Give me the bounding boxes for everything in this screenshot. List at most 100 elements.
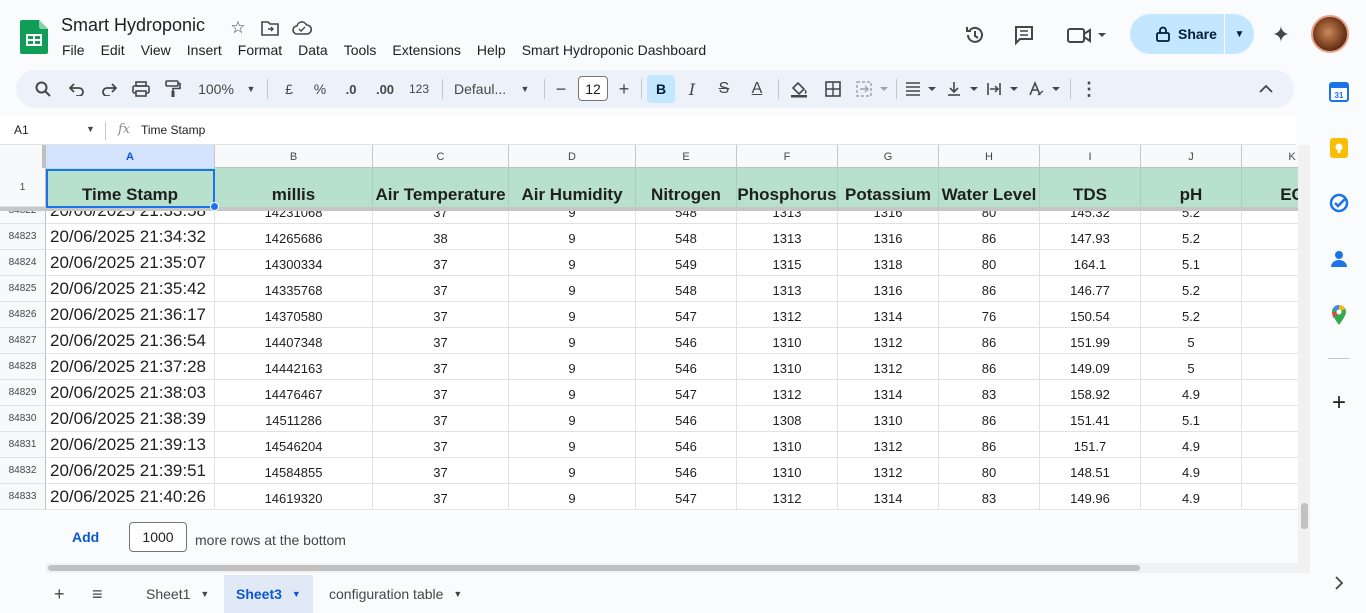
more-formats-button[interactable]: 123 xyxy=(406,77,432,101)
comments-icon[interactable] xyxy=(1011,22,1037,48)
zoom-select[interactable]: 100% xyxy=(194,77,238,101)
sheet-tab-sheet1[interactable]: Sheet1 ▼ xyxy=(134,575,221,613)
column-header-f[interactable]: F xyxy=(737,145,838,168)
vertical-scrollbar[interactable] xyxy=(1298,145,1310,573)
cell-potassium[interactable]: 1310 xyxy=(838,406,939,432)
column-header-a[interactable]: A xyxy=(46,145,215,168)
cell-air-temperature[interactable]: 37 xyxy=(373,302,509,328)
bold-button[interactable]: B xyxy=(647,75,675,103)
cell-nitrogen[interactable]: 546 xyxy=(636,354,737,380)
cell-nitrogen[interactable]: 547 xyxy=(636,484,737,510)
cell-phosphorus[interactable]: 1312 xyxy=(737,484,838,510)
cell-time-stamp[interactable]: 20/06/2025 21:35:42 xyxy=(46,276,215,302)
cell-nitrogen[interactable]: 548 xyxy=(636,276,737,302)
formula-input[interactable]: Time Stamp xyxy=(141,123,205,137)
cell-phosphorus[interactable]: 1315 xyxy=(737,250,838,276)
column-header-c[interactable]: C xyxy=(373,145,509,168)
cell-ph[interactable]: 5.1 xyxy=(1141,250,1242,276)
add-sheet-icon[interactable]: + xyxy=(54,584,65,605)
sheet-tab-dropdown-icon[interactable]: ▼ xyxy=(453,589,462,599)
column-header-h[interactable]: H xyxy=(939,145,1040,168)
share-dropdown-icon[interactable]: ▼ xyxy=(1225,29,1254,40)
row-header[interactable]: 84831 xyxy=(0,432,46,458)
cell-phosphorus[interactable]: 1310 xyxy=(737,354,838,380)
selection-fill-handle[interactable] xyxy=(210,202,219,211)
menu-file[interactable]: File xyxy=(54,41,93,59)
star-icon[interactable]: ☆ xyxy=(226,16,250,40)
cell-water-level[interactable]: 86 xyxy=(939,328,1040,354)
header-cell-time-stamp[interactable]: Time Stamp xyxy=(46,168,215,207)
cell-potassium[interactable]: 1316 xyxy=(838,276,939,302)
row-header[interactable]: 84828 xyxy=(0,354,46,380)
cell-ph[interactable]: 5.2 xyxy=(1141,276,1242,302)
version-history-icon[interactable] xyxy=(962,22,988,48)
cell-nitrogen[interactable]: 546 xyxy=(636,458,737,484)
header-cell-water-level[interactable]: Water Level xyxy=(939,168,1040,207)
cell-water-level[interactable]: 83 xyxy=(939,380,1040,406)
cell-tds[interactable]: 164.1 xyxy=(1040,250,1141,276)
column-header-k[interactable]: K xyxy=(1242,145,1298,168)
cell-millis[interactable]: 14407348 xyxy=(215,328,373,354)
cell-nitrogen[interactable]: 546 xyxy=(636,328,737,354)
cell-air-temperature[interactable]: 37 xyxy=(373,250,509,276)
italic-button[interactable]: I xyxy=(682,77,702,101)
all-sheets-icon[interactable]: ≡ xyxy=(92,584,103,605)
cell-tds[interactable]: 147.93 xyxy=(1040,224,1141,250)
cell-phosphorus[interactable]: 1308 xyxy=(737,406,838,432)
cell-ph[interactable]: 5 xyxy=(1141,328,1242,354)
avatar[interactable] xyxy=(1311,15,1349,53)
cell-ph[interactable]: 5.2 xyxy=(1141,224,1242,250)
increase-font-size-icon[interactable]: + xyxy=(616,77,632,101)
menu-insert[interactable]: Insert xyxy=(179,41,230,59)
cell-air-temperature[interactable]: 37 xyxy=(373,328,509,354)
search-menus-icon[interactable] xyxy=(32,77,54,101)
cell-millis[interactable]: 14619320 xyxy=(215,484,373,510)
text-wrapping-icon[interactable] xyxy=(986,77,1020,101)
cell-tds[interactable]: 151.99 xyxy=(1040,328,1141,354)
cell-nitrogen[interactable]: 547 xyxy=(636,302,737,328)
cell-potassium[interactable]: 1312 xyxy=(838,458,939,484)
cell-ph[interactable]: 5.2 xyxy=(1141,302,1242,328)
header-cell-tds[interactable]: TDS xyxy=(1040,168,1141,207)
menu-view[interactable]: View xyxy=(133,41,179,59)
cell-time-stamp[interactable]: 20/06/2025 21:34:32 xyxy=(46,224,215,250)
cell-ec[interactable]: 2.8 xyxy=(1242,224,1298,250)
header-cell-air-temperature[interactable]: Air Temperature xyxy=(373,168,509,207)
menu-format[interactable]: Format xyxy=(230,41,290,59)
more-options-icon[interactable]: ⋮ xyxy=(1080,77,1098,101)
cell-potassium[interactable]: 1316 xyxy=(838,224,939,250)
cell-water-level[interactable]: 86 xyxy=(939,432,1040,458)
cell-nitrogen[interactable]: 547 xyxy=(636,380,737,406)
cell-ec[interactable]: 2.8 xyxy=(1242,432,1298,458)
cell-nitrogen[interactable]: 546 xyxy=(636,432,737,458)
menu-dashboard[interactable]: Smart Hydroponic Dashboard xyxy=(514,41,714,59)
share-button[interactable]: Share ▼ xyxy=(1130,14,1254,54)
cell-potassium[interactable]: 1314 xyxy=(838,302,939,328)
borders-icon[interactable] xyxy=(822,77,844,101)
vertical-scroll-thumb[interactable] xyxy=(1301,503,1308,529)
cell-ph[interactable]: 4.9 xyxy=(1141,458,1242,484)
header-cell-potassium[interactable]: Potassium xyxy=(838,168,939,207)
cell-air-temperature[interactable]: 37 xyxy=(373,432,509,458)
merge-cells-icon[interactable] xyxy=(856,77,890,101)
row-header[interactable]: 84825 xyxy=(0,276,46,302)
horizontal-scroll-thumb[interactable] xyxy=(48,565,1140,571)
cell-millis[interactable]: 14511286 xyxy=(215,406,373,432)
currency-format-button[interactable]: £ xyxy=(280,77,298,101)
column-header-e[interactable]: E xyxy=(636,145,737,168)
cell-tds[interactable]: 149.96 xyxy=(1040,484,1141,510)
redo-icon[interactable] xyxy=(98,77,120,101)
text-rotation-icon[interactable] xyxy=(1028,77,1062,101)
cell-time-stamp[interactable]: 20/06/2025 21:38:03 xyxy=(46,380,215,406)
cell-tds[interactable]: 151.7 xyxy=(1040,432,1141,458)
header-cell-millis[interactable]: millis xyxy=(215,168,373,207)
get-addons-icon[interactable]: + xyxy=(1328,389,1350,416)
cell-tds[interactable]: 151.41 xyxy=(1040,406,1141,432)
cell-ph[interactable]: 4.9 xyxy=(1141,432,1242,458)
cell-ec[interactable]: 2.8 xyxy=(1242,250,1298,276)
calendar-icon[interactable]: 31 xyxy=(1328,81,1350,103)
header-cell-air-humidity[interactable]: Air Humidity xyxy=(509,168,636,207)
cell-millis[interactable]: 14546204 xyxy=(215,432,373,458)
row-header[interactable]: 84833 xyxy=(0,484,46,510)
cell-ec[interactable]: 2.8 xyxy=(1242,484,1298,510)
